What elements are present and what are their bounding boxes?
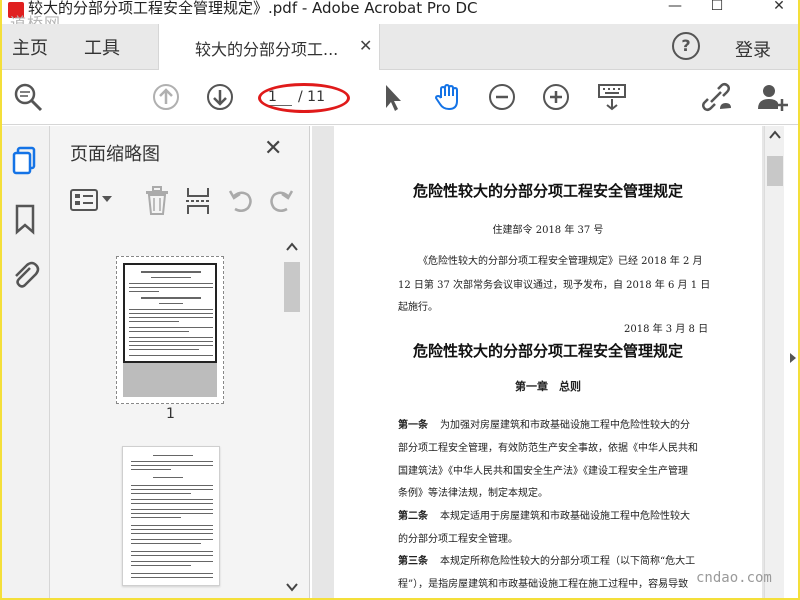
red-highlight-oval <box>258 83 350 113</box>
doc-para1-line1: 《危险性较大的分部分项工程安全管理规定》已经 2018 年 2 月 <box>418 256 703 267</box>
rotate-right-icon[interactable] <box>268 188 294 214</box>
select-arrow-icon[interactable] <box>376 81 408 113</box>
document-tab[interactable]: 较大的分部分项工... ✕ <box>158 24 380 70</box>
doc-order: 住建部令 2018 年 37 号 <box>492 225 604 236</box>
page-number-box[interactable]: 1 / 11 <box>258 83 350 113</box>
doc-art1-line4: 条例》等法律法规，制定本规定。 <box>398 488 548 499</box>
trash-icon[interactable] <box>144 186 170 216</box>
login-button[interactable]: 登录 <box>735 36 771 62</box>
menu-bar: 主页 工具 较大的分部分项工... ✕ ? 登录 <box>2 24 798 70</box>
next-page-icon[interactable] <box>204 81 236 113</box>
doc-art3-line1: 本规定所称危险性较大的分部分项工程（以下简称“危大工 <box>440 556 696 567</box>
insert-page-icon[interactable] <box>184 186 212 216</box>
doc-art2-label: 第二条 <box>398 511 428 522</box>
thumbnail-options-icon[interactable] <box>70 188 100 214</box>
keyboard-icon[interactable] <box>596 81 628 113</box>
help-icon[interactable]: ? <box>672 32 700 60</box>
find-icon[interactable] <box>12 81 44 113</box>
doc-title-2: 危险性较大的分部分项工程安全管理规定 <box>412 342 683 360</box>
scroll-up-icon[interactable] <box>286 242 298 252</box>
maximize-button[interactable]: ☐ <box>702 0 732 18</box>
main-toolbar: 1 / 11 <box>2 71 798 125</box>
window-title: 较大的分部分项工程安全管理规定》.pdf - Adobe Acrobat Pro… <box>28 0 478 17</box>
thumbnail-page-number: 1 <box>166 406 175 422</box>
page-thumbnails-icon[interactable] <box>8 144 42 178</box>
chevron-down-icon[interactable] <box>102 196 112 204</box>
menu-home[interactable]: 主页 <box>12 34 48 60</box>
doc-art2-line1: 本规定适用于房屋建筑和市政基础设施工程中危险性较大 <box>440 511 690 522</box>
bookmark-icon[interactable] <box>8 202 42 236</box>
zoom-out-icon[interactable] <box>486 81 518 113</box>
zoom-in-icon[interactable] <box>540 81 572 113</box>
menu-tools[interactable]: 工具 <box>84 34 120 60</box>
doc-art1-line3: 国建筑法》《中华人民共和国安全生产法》《建设工程安全生产管理 <box>398 466 688 477</box>
doc-title: 危险性较大的分部分项工程安全管理规定 <box>412 182 683 200</box>
rotate-left-icon[interactable] <box>228 188 254 214</box>
thumbnails-panel: 页面缩略图 ✕ 1 <box>50 126 310 598</box>
thumbnail-scroll-thumb[interactable] <box>284 262 300 312</box>
close-tab-button[interactable]: ✕ <box>359 36 372 55</box>
doc-chapter-1: 第一章 总则 <box>515 380 581 393</box>
hand-icon[interactable] <box>432 81 464 113</box>
close-panel-button[interactable]: ✕ <box>264 136 282 161</box>
left-nav-column <box>2 126 50 598</box>
close-window-button[interactable]: ✕ <box>764 0 794 18</box>
document-tab-label: 较大的分部分项工... <box>195 40 339 59</box>
document-viewer: 危险性较大的分部分项工程安全管理规定 住建部令 2018 年 37 号 《危险性… <box>312 126 764 598</box>
share-link-icon[interactable] <box>700 81 732 113</box>
acrobat-window: 较大的分部分项工程安全管理规定》.pdf - Adobe Acrobat Pro… <box>2 0 798 598</box>
doc-art3-label: 第三条 <box>398 556 428 567</box>
current-view-frame <box>123 263 217 363</box>
add-user-icon[interactable] <box>756 81 788 113</box>
title-bar: 较大的分部分项工程安全管理规定》.pdf - Adobe Acrobat Pro… <box>2 0 798 33</box>
expand-right-panel-icon[interactable] <box>788 352 798 364</box>
page-thumbnail-2[interactable] <box>122 446 220 586</box>
scroll-down-icon[interactable] <box>286 582 298 592</box>
thumbnail-scrollbar[interactable] <box>282 240 302 598</box>
doc-date: 2018 年 3 月 8 日 <box>624 324 709 335</box>
pdf-page: 危险性较大的分部分项工程安全管理规定 住建部令 2018 年 37 号 《危险性… <box>334 126 762 598</box>
document-scrollbar[interactable] <box>764 126 784 598</box>
prev-page-icon[interactable] <box>150 81 182 113</box>
doc-para1-line3: 起施行。 <box>398 302 438 313</box>
doc-art1-line1: 为加强对房屋建筑和市政基础设施工程中危险性较大的分 <box>440 420 690 431</box>
doc-art1-label: 第一条 <box>398 420 428 431</box>
thumbnail-shade <box>123 363 217 397</box>
thumbnail-toolbar <box>50 182 310 222</box>
thumbnails-panel-title: 页面缩略图 <box>70 144 160 165</box>
doc-art3-line2: 程”），是指房屋建筑和市政基础设施工程在施工过程中，容易导致 <box>398 579 689 590</box>
watermark-site: cndao.com <box>696 570 772 586</box>
minimize-button[interactable]: — <box>660 0 690 18</box>
document-scroll-thumb[interactable] <box>767 156 783 186</box>
doc-scroll-up-icon[interactable] <box>769 130 781 140</box>
doc-art1-line2: 部分项工程安全管理，有效防范生产安全事故，依据《中华人民共和 <box>398 443 698 454</box>
page-thumbnail-1[interactable] <box>116 256 224 404</box>
doc-para1-line2: 12 日第 37 次部常务会议审议通过，现予发布，自 2018 年 6 月 1 … <box>398 280 711 291</box>
doc-art2-line2: 的分部分项工程安全管理。 <box>398 534 518 545</box>
attachment-icon[interactable] <box>8 258 42 292</box>
